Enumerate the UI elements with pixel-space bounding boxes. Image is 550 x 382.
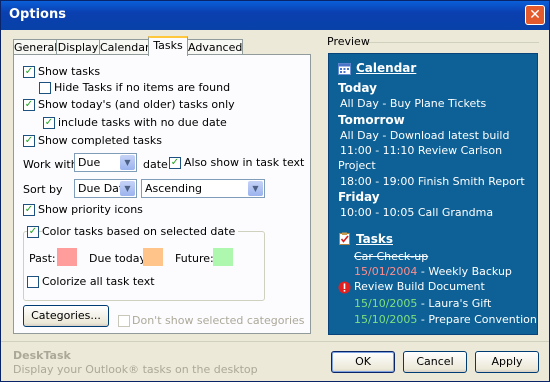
preview-task-4-date: 15/10/2005 [354,297,418,310]
colorize-all-label: Colorize all task text [42,275,155,288]
show-today-older-checkbox[interactable]: ✓ [23,99,35,111]
chevron-down-icon: ▼ [120,155,135,170]
high-priority-icon [338,281,351,294]
colorize-all-checkbox[interactable] [27,276,39,288]
show-tasks-label: Show tasks [38,65,101,78]
preview-panel: Calendar Today All Day - Buy Plane Ticke… [328,53,538,335]
past-label: Past: [29,252,56,265]
future-label: Future: [175,252,214,265]
preview-label: Preview [327,35,370,48]
color-tasks-label: Color tasks based on selected date [42,225,239,238]
sort-by-label: Sort by [23,183,63,196]
color-tasks-checkbox[interactable]: ✓ [27,226,39,238]
footer-divider [1,341,549,342]
preview-tom-2: 11:00 - 11:10 Review Carlson [340,144,503,157]
preview-task-5-text: - Prepare Convention [420,313,537,326]
preview-tom-1-text: - Download latest build [382,129,510,142]
options-window: Options ✕ General Display Calendar Tasks… [0,0,550,382]
preview-calendar-title: Calendar [356,61,417,75]
preview-task-4-text: - Laura's Gift [420,297,492,310]
close-button[interactable]: ✕ [525,5,545,25]
preview-task-3-text: Review Build Document [354,280,485,293]
color-tasks-group [23,231,265,301]
date-label: date [143,158,168,171]
also-show-label: Also show in task text [184,156,305,169]
app-name: DeskTask [13,349,71,362]
preview-task-2-date: 15/01/2004 [354,265,418,278]
cancel-button[interactable]: Cancel [403,351,467,373]
include-no-due-label: include tasks with no due date [58,116,227,129]
sort-order-value: Ascending [145,182,203,195]
preview-today-event-time: All Day [340,97,379,110]
chevron-down-icon: ▼ [120,181,135,196]
categories-button[interactable]: Categories... [23,305,109,327]
future-color-swatch[interactable] [213,248,233,266]
calendar-icon [338,63,351,75]
include-no-due-checkbox[interactable]: ✓ [43,117,55,129]
work-with-select[interactable]: Due ▼ [74,153,137,172]
past-color-swatch[interactable] [57,248,77,266]
sort-by-select[interactable]: Due Date ▼ [74,179,137,198]
preview-today-heading: Today [338,81,377,95]
preview-friday-heading: Friday [338,190,380,204]
hide-if-none-checkbox[interactable] [39,82,51,94]
work-with-value: Due [78,156,101,169]
preview-tomorrow-heading: Tomorrow [338,113,405,127]
preview-task-2-text: - Weekly Backup [420,265,512,278]
sort-order-select[interactable]: Ascending ▼ [141,179,265,198]
show-today-older-label: Show today's (and older) tasks only [38,98,235,111]
preview-tom-3: 18:00 - 19:00 Finish Smith Report [340,175,525,188]
hide-if-none-label: Hide Tasks if no items are found [54,81,231,94]
preview-fri-1: 10:00 - 10:05 Call Grandma [340,206,494,219]
dont-show-categories-label: Don't show selected categories [132,314,305,327]
preview-tasks-title: Tasks [356,232,394,246]
preview-tom-2-cont: Project [338,159,376,172]
preview-task-done: Car Check-up [354,250,429,263]
apply-button[interactable]: Apply [475,351,539,373]
due-today-label: Due today: [89,252,149,265]
due-today-color-swatch[interactable] [143,248,163,266]
chevron-down-icon: ▼ [248,181,263,196]
dont-show-categories-checkbox[interactable] [118,315,130,327]
work-with-label: Work with: [23,158,82,171]
tasks-icon [339,232,350,245]
show-priority-checkbox[interactable]: ✓ [23,204,35,216]
tab-tasks[interactable]: Tasks [148,36,188,56]
preview-task-5-date: 15/10/2005 [354,313,418,326]
preview-divider [369,42,539,43]
show-completed-checkbox[interactable]: ✓ [23,135,35,147]
ok-button[interactable]: OK [331,351,395,373]
show-priority-label: Show priority icons [38,203,143,216]
show-completed-label: Show completed tasks [38,134,162,147]
preview-today-event-text: - Buy Plane Tickets [382,97,487,110]
title-bar: Options ✕ [1,1,549,30]
app-description: Display your Outlook® tasks on the deskt… [13,363,258,376]
show-tasks-checkbox[interactable]: ✓ [23,66,35,78]
preview-tom-1-time: All Day [340,129,379,142]
window-title: Options [9,7,66,22]
also-show-checkbox[interactable]: ✓ [169,157,181,169]
